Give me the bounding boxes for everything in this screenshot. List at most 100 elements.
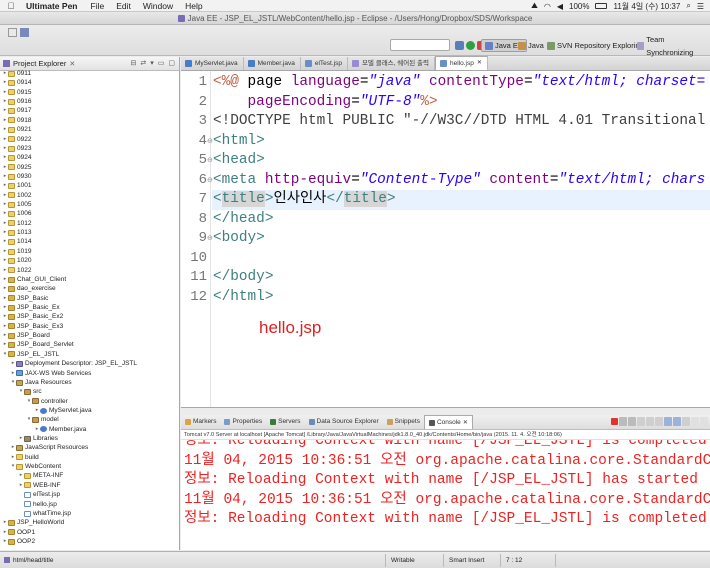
terminate-icon[interactable] — [611, 418, 618, 425]
tree-item[interactable]: ▸ 0918 — [0, 116, 179, 125]
editor-tab[interactable]: hello.jsp ✕ — [434, 56, 488, 70]
quick-access-input[interactable] — [390, 39, 450, 51]
tree-item[interactable]: ▸ 0916 — [0, 97, 179, 106]
console-maximize-icon[interactable] — [700, 417, 708, 426]
panel-tab-data-source-explorer[interactable]: Data Source Explorer — [305, 415, 383, 429]
link-editor-icon[interactable]: ⇄ — [140, 59, 146, 67]
tree-item[interactable]: ▸ OOP2 — [0, 537, 179, 546]
code-editor[interactable]: 1 2 3 4 ⊖ 5 ⊖ 6 ⊖ 7 8 9 ⊖ 10 11 12 <%@ page language="j… — [181, 71, 710, 408]
open-console-icon[interactable] — [682, 417, 690, 426]
battery-percent[interactable]: 100% — [569, 2, 589, 11]
tree-item[interactable]: ▸ JSP_Basic_Ex3 — [0, 322, 179, 331]
tree-item[interactable]: ▸ OOP1 — [0, 528, 179, 537]
tree-item[interactable]: ▾ WebContent — [0, 462, 179, 471]
tree-item[interactable]: ▸ 1001 — [0, 181, 179, 190]
close-icon[interactable]: ✕ — [463, 416, 468, 430]
console-output[interactable]: 정보: Reloading Context with name [/JSP_EL… — [181, 440, 710, 550]
tree-item[interactable]: ▸ MyServlet.java — [0, 406, 179, 415]
maximize-icon[interactable]: ▢ — [168, 59, 175, 67]
editor-tab[interactable]: 모델 클래스, 쉐어된 출력 — [348, 57, 435, 70]
tree-item[interactable]: ▸ 1006 — [0, 209, 179, 218]
tree-item[interactable]: ▸ JAX-WS Web Services — [0, 369, 179, 378]
tree-item[interactable]: ▾ Java Resources — [0, 378, 179, 387]
debug-icon[interactable] — [455, 41, 464, 50]
tree-item[interactable]: ▸ 0917 — [0, 106, 179, 115]
tree-item[interactable]: ▸ build — [0, 453, 179, 462]
notification-icon[interactable]: ☰ — [697, 2, 704, 11]
tree-item[interactable]: ▸ JSP_Basic — [0, 294, 179, 303]
tree-item[interactable]: ▸ JSP_Basic_Ex2 — [0, 312, 179, 321]
close-icon[interactable]: ✕ — [477, 57, 482, 70]
tree-item[interactable]: ▾ model — [0, 415, 179, 424]
volume-icon[interactable]: ◀ — [557, 2, 563, 11]
panel-tab-properties[interactable]: Properties — [220, 415, 266, 429]
editor-tab[interactable]: elTest.jsp — [301, 57, 348, 70]
menu-help[interactable]: Help — [179, 1, 208, 11]
tree-item[interactable]: ▸ 1013 — [0, 228, 179, 237]
clear-console-icon[interactable] — [637, 417, 645, 426]
menu-file[interactable]: File — [85, 1, 111, 11]
perspective-java[interactable]: Java — [515, 39, 547, 52]
tree-item[interactable]: ▸ 0925 — [0, 163, 179, 172]
remove-all-icon[interactable] — [628, 417, 636, 426]
tree-item[interactable]: ▸ 1022 — [0, 266, 179, 275]
editor-tab[interactable]: Member.java — [244, 57, 301, 70]
tree-item[interactable]: ▸ 1005 — [0, 200, 179, 209]
tree-item[interactable]: ▸ 0914 — [0, 78, 179, 87]
panel-tab-markers[interactable]: Markers — [181, 415, 220, 429]
apple-icon[interactable]:  — [0, 1, 22, 11]
console-minimize-icon[interactable] — [691, 417, 699, 426]
word-wrap-icon[interactable] — [655, 417, 663, 426]
tree-item[interactable]: elTest.jsp — [0, 490, 179, 499]
run-icon[interactable] — [466, 41, 475, 50]
menu-edit[interactable]: Edit — [110, 1, 137, 11]
tree-item[interactable]: ▸ META-INF — [0, 471, 179, 480]
tree-item[interactable]: ▸ Libraries — [0, 434, 179, 443]
tree-item[interactable]: ▸ 1019 — [0, 247, 179, 256]
tree-item[interactable]: ▸ 1014 — [0, 237, 179, 246]
new-icon[interactable] — [8, 28, 17, 37]
tree-item[interactable]: ▸ Chat_GUI_Client — [0, 275, 179, 284]
minimize-icon[interactable]: ▭ — [158, 59, 165, 67]
tree-item[interactable]: ▸ 0915 — [0, 88, 179, 97]
tree-item[interactable]: ▸ WEB-INF — [0, 481, 179, 490]
menubar-clock[interactable]: 11월 4일 (수) 10:37 — [613, 1, 680, 12]
view-menu-icon[interactable]: ▾ — [150, 59, 154, 67]
tree-item[interactable]: ▸ 0911 — [0, 69, 179, 78]
menu-window[interactable]: Window — [137, 1, 179, 11]
tree-item[interactable]: ▸ 1020 — [0, 256, 179, 265]
tree-item[interactable]: ▸ 0930 — [0, 172, 179, 181]
tree-item[interactable]: whatTime.jsp — [0, 509, 179, 518]
tree-item[interactable]: ▸ JSP_Board_Servlet — [0, 340, 179, 349]
tree-item[interactable]: ▾ JSP_EL_JSTL — [0, 350, 179, 359]
tree-item[interactable]: ▸ 0924 — [0, 153, 179, 162]
tree-item[interactable]: ▸ JSP_HelloWorld — [0, 518, 179, 527]
tree-item[interactable]: ▸ 0923 — [0, 144, 179, 153]
menubar-app-name[interactable]: Ultimate Pen — [22, 1, 85, 11]
wifi-icon[interactable]: ◠ — [544, 2, 551, 11]
close-icon[interactable]: ✕ — [69, 60, 75, 68]
tree-item[interactable]: ▸ JSP_Board — [0, 331, 179, 340]
perspective-svn[interactable]: SVN Repository Exploring — [544, 39, 647, 52]
tree-item[interactable]: ▸ JSP_Basic_Ex — [0, 303, 179, 312]
tree-item[interactable]: ▸ Deployment Descriptor: JSP_EL_JSTL — [0, 359, 179, 368]
tree-item[interactable]: ▸ dao_exercise — [0, 284, 179, 293]
remove-launch-icon[interactable] — [619, 417, 627, 426]
save-icon[interactable] — [20, 28, 29, 37]
scroll-lock-icon[interactable] — [646, 417, 654, 426]
tree-item[interactable]: ▸ JavaScript Resources — [0, 443, 179, 452]
display-console-icon[interactable] — [673, 417, 681, 426]
pin-console-icon[interactable] — [664, 417, 672, 426]
tree-item[interactable]: ▸ Member.java — [0, 425, 179, 434]
collapse-all-icon[interactable]: ⊟ — [130, 59, 136, 67]
tree-item[interactable]: ▸ 0922 — [0, 135, 179, 144]
battery-icon[interactable] — [595, 3, 608, 9]
tree-item[interactable]: ▸ 1012 — [0, 219, 179, 228]
tree-item[interactable]: ▾ controller — [0, 397, 179, 406]
panel-tab-console[interactable]: Console ✕ — [423, 415, 473, 430]
tree-item[interactable]: ▸ 0921 — [0, 125, 179, 134]
panel-tab-snippets[interactable]: Snippets — [383, 415, 424, 429]
panel-tab-servers[interactable]: Servers — [266, 415, 304, 429]
editor-tab[interactable]: MyServlet.java — [181, 57, 244, 70]
perspective-team-sync[interactable]: Team Synchronizing — [634, 35, 710, 57]
